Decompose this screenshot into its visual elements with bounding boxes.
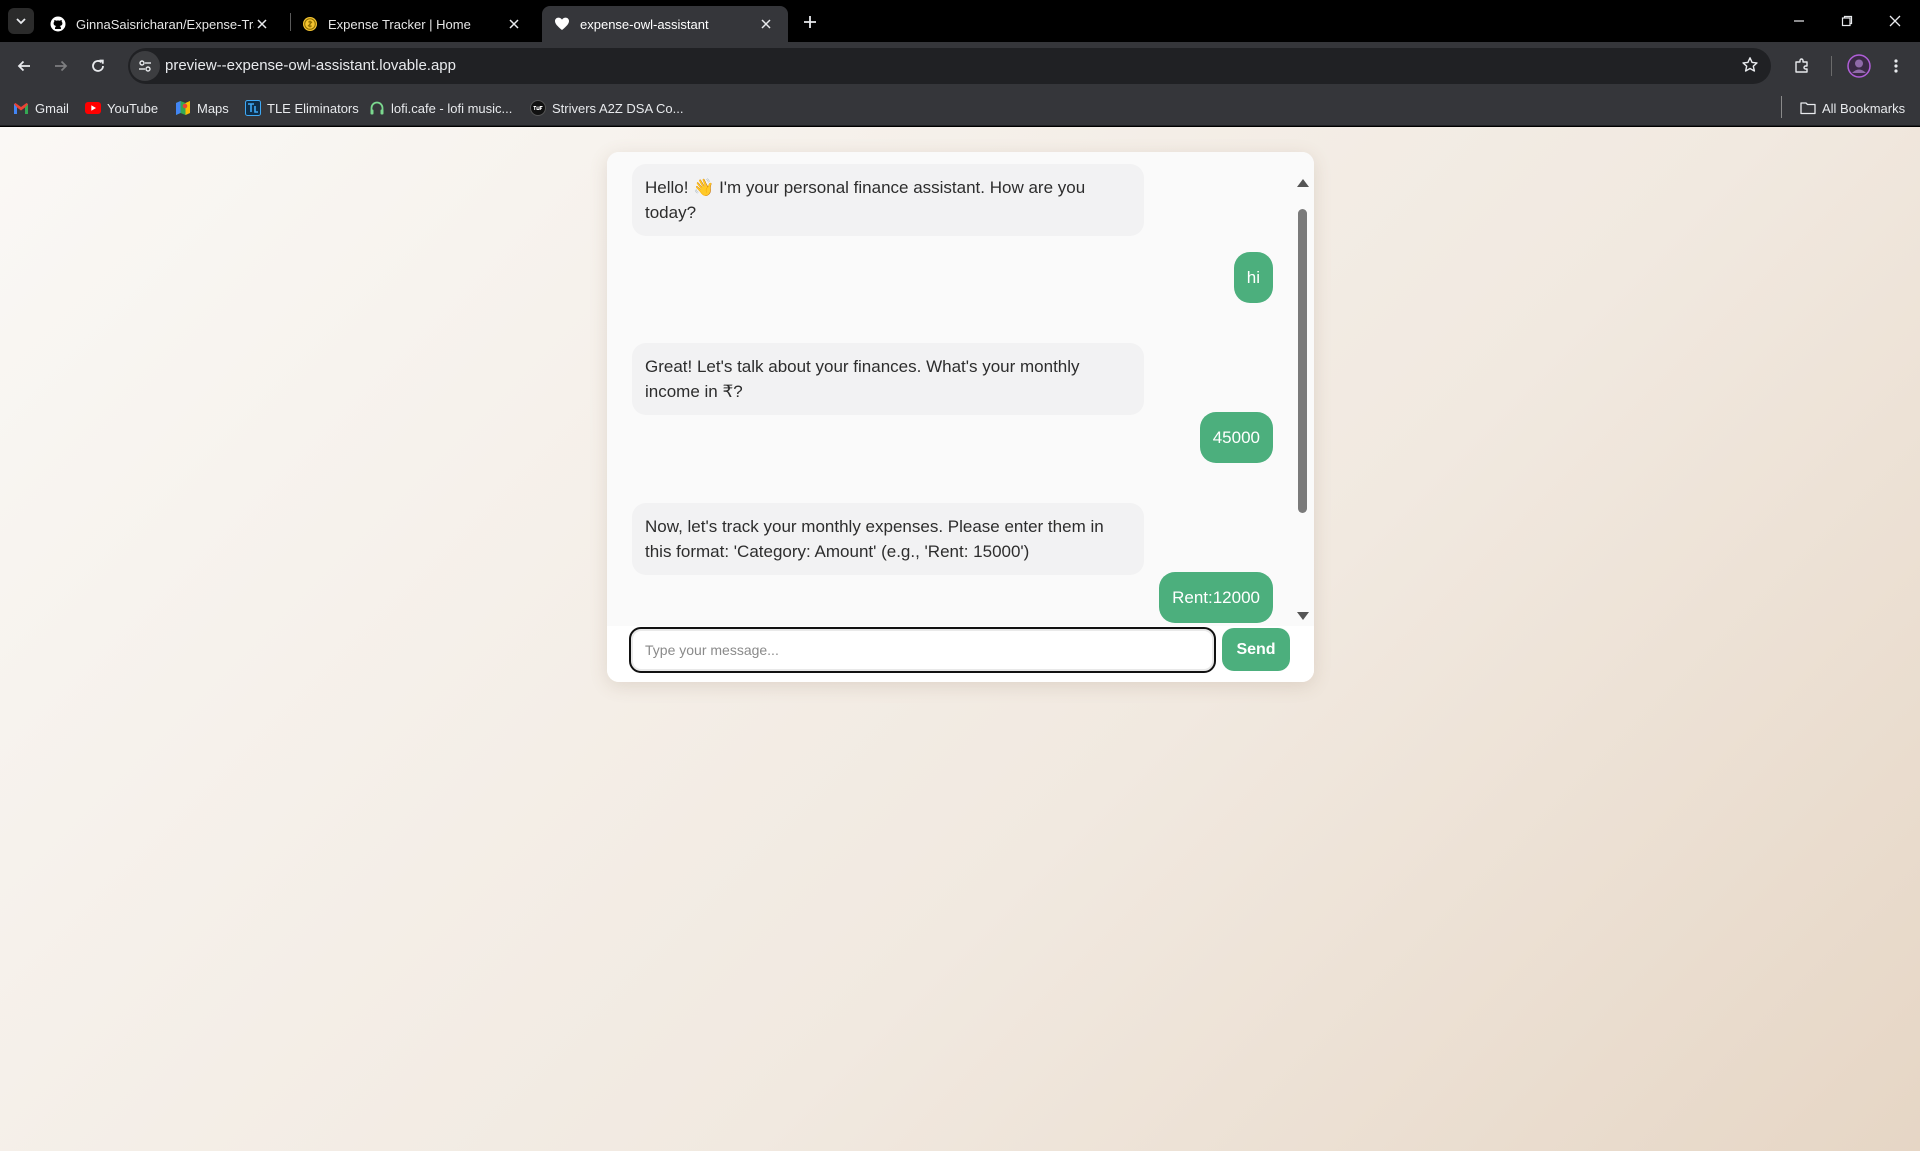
message-composer: Send — [607, 626, 1314, 682]
headphones-icon — [369, 100, 385, 116]
youtube-icon — [85, 100, 101, 116]
bookmark-tle-eliminators[interactable]: TLE Eliminators — [245, 98, 359, 118]
bookmark-strivers-a2z[interactable]: Strivers A2Z DSA Co... — [530, 98, 684, 118]
send-button[interactable]: Send — [1222, 628, 1290, 671]
bookmark-label: Gmail — [35, 100, 69, 116]
bot-message: Now, let's track your monthly expenses. … — [632, 503, 1144, 575]
message-scrollbar[interactable] — [1292, 152, 1314, 626]
bookmark-gmail[interactable]: Gmail — [13, 98, 69, 118]
tab-search-button[interactable] — [8, 8, 34, 34]
coin-icon — [302, 16, 318, 32]
github-icon — [50, 16, 66, 32]
reload-icon — [92, 59, 104, 72]
close-icon — [1889, 15, 1901, 27]
bot-message: Hello! 👋 I'm your personal finance assis… — [632, 164, 1144, 236]
tab-title: Expense Tracker | Home — [328, 16, 471, 32]
chat-card: Hello! 👋 I'm your personal finance assis… — [607, 152, 1314, 682]
bookmark-label: YouTube — [107, 100, 159, 116]
arrow-left-icon — [17, 60, 30, 72]
folder-icon — [1800, 100, 1816, 116]
puzzle-icon — [1795, 58, 1808, 73]
bookmark-youtube[interactable]: YouTube — [85, 98, 158, 118]
scroll-up-arrow-icon[interactable] — [1297, 179, 1309, 187]
browser-toolbar: preview--expense-owl-assistant.lovable.a… — [0, 42, 1920, 90]
minimize-icon — [1794, 20, 1804, 22]
tab-title: expense-owl-assistant — [580, 16, 709, 32]
avatar — [1847, 54, 1871, 78]
user-message: hi — [1233, 252, 1273, 303]
address-bar[interactable]: preview--expense-owl-assistant.lovable.a… — [128, 48, 1771, 84]
close-icon[interactable] — [254, 16, 270, 32]
scrollbar-thumb[interactable] — [1298, 209, 1307, 513]
user-message: Rent:12000 — [1159, 572, 1273, 623]
browser-tab-strip: GinnaSaisricharan/Expense-Tra Expense Tr… — [0, 0, 1920, 42]
user-message: 45000 — [1199, 412, 1273, 463]
new-tab-button[interactable] — [797, 9, 823, 35]
tab-expense-owl-assistant[interactable]: expense-owl-assistant — [542, 6, 788, 42]
tle-icon — [245, 100, 261, 116]
site-settings-icon[interactable] — [130, 51, 160, 81]
close-icon[interactable] — [758, 16, 774, 32]
gmail-icon — [13, 100, 29, 116]
page-background: Hello! 👋 I'm your personal finance assis… — [0, 127, 1920, 1151]
chevron-down-icon — [16, 18, 26, 25]
tab-github[interactable]: GinnaSaisricharan/Expense-Tra — [38, 6, 284, 42]
restore-icon — [1841, 15, 1853, 27]
tab-title: GinnaSaisricharan/Expense-Tra — [76, 16, 254, 32]
more-vertical-icon — [1894, 59, 1898, 73]
scroll-down-arrow-icon[interactable] — [1297, 612, 1309, 620]
bookmark-label: TLE Eliminators — [267, 100, 359, 116]
message-list[interactable]: Hello! 👋 I'm your personal finance assis… — [607, 152, 1314, 626]
tuf-icon — [530, 100, 546, 116]
menu-button[interactable] — [1882, 52, 1910, 80]
bookmark-label: lofi.cafe - lofi music... — [391, 100, 513, 116]
profile-button[interactable] — [1845, 52, 1873, 80]
plus-icon — [804, 16, 816, 28]
bookmark-lofi-cafe[interactable]: lofi.cafe - lofi music... — [369, 98, 512, 118]
close-icon[interactable] — [506, 16, 522, 32]
all-bookmarks-button[interactable]: All Bookmarks — [1800, 98, 1905, 118]
url-text[interactable]: preview--expense-owl-assistant.lovable.a… — [165, 57, 456, 74]
bookmark-maps[interactable]: Maps — [175, 98, 229, 118]
message-input[interactable] — [629, 627, 1216, 673]
bookmarks-bar: Gmail YouTube Maps TLE Eliminators lofi.… — [0, 90, 1920, 126]
bookmark-star-icon[interactable] — [1741, 56, 1759, 79]
reload-button[interactable] — [84, 52, 112, 80]
close-window-button[interactable] — [1871, 0, 1919, 42]
bookmark-label: Maps — [197, 100, 229, 116]
arrow-right-icon — [55, 60, 68, 72]
bookmarks-divider — [1781, 96, 1782, 118]
heart-icon — [554, 16, 570, 32]
forward-button[interactable] — [47, 52, 75, 80]
bookmark-label: All Bookmarks — [1822, 100, 1906, 116]
minimize-button[interactable] — [1775, 0, 1823, 42]
toolbar-divider — [1831, 56, 1832, 76]
bookmark-label: Strivers A2Z DSA Co... — [552, 100, 684, 116]
restore-button[interactable] — [1823, 0, 1871, 42]
maps-icon — [175, 100, 191, 116]
back-button[interactable] — [10, 52, 38, 80]
extensions-button[interactable] — [1788, 52, 1816, 80]
tab-expense-tracker[interactable]: Expense Tracker | Home — [290, 6, 536, 42]
bot-message: Great! Let's talk about your finances. W… — [632, 343, 1144, 415]
